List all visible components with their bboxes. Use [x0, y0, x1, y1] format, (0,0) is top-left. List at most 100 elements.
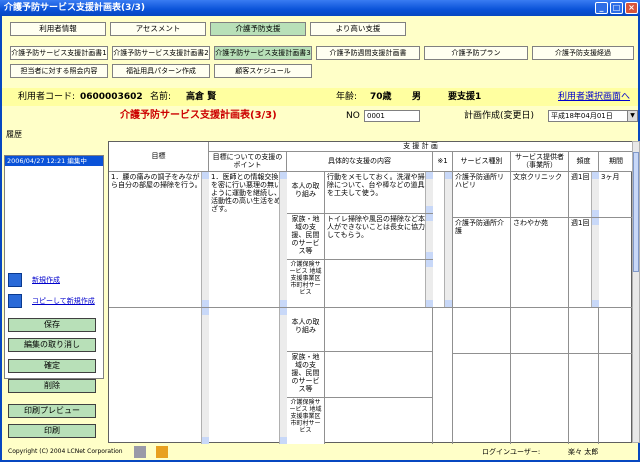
chevron-down-icon[interactable]: ▼: [627, 111, 637, 121]
tab-assessment[interactable]: アセスメント: [110, 22, 206, 36]
subtab-welfare-pattern[interactable]: 福祉用具パターン作成: [112, 64, 210, 78]
content-self-cell[interactable]: 行動をメモしておく。洗濯や掃除について、台や棒などの道具を工夫して使う。: [325, 172, 433, 214]
user-select-link[interactable]: 利用者選択画面へ: [558, 88, 630, 106]
sub-tabs: 介護予防サービス支援計画書1 介護予防サービス支援計画書2 介護予防サービス支援…: [10, 46, 634, 82]
sex-value: 男: [412, 92, 422, 102]
copyright: Copyright (C) 2004 LCNet Corporation: [8, 448, 123, 455]
pen-icon[interactable]: [134, 446, 146, 458]
confirm-button[interactable]: 確定: [8, 359, 96, 373]
plan-date-label: 計画作成(変更日): [464, 111, 535, 121]
history-item[interactable]: 2006/04/27 12:21 編集中: [5, 156, 103, 166]
frequency-cell[interactable]: [569, 354, 599, 444]
period-cell[interactable]: [599, 308, 633, 354]
new-document-icon[interactable]: [8, 273, 22, 287]
cancel-edit-button[interactable]: 編集の取り消し: [8, 338, 96, 352]
login-label: ログインユーザー:: [482, 448, 541, 456]
content-self-cell[interactable]: [325, 308, 433, 352]
subtab-plan1[interactable]: 介護予防サービス支援計画書1: [10, 46, 108, 60]
frequency-scrollbar[interactable]: [591, 218, 599, 307]
category-self: 本人の取り組み: [287, 172, 325, 214]
book-icon[interactable]: [156, 446, 168, 458]
tab-user-info[interactable]: 利用者情報: [10, 22, 106, 36]
header-service-type: サービス種別: [453, 152, 511, 172]
sub-tabs-row2: 担当者に対する照会内容 福祉用具パターン作成 顧客スケジュール: [10, 64, 634, 78]
maximize-icon[interactable]: □: [610, 2, 623, 14]
tab-higher-support[interactable]: より高い支援: [310, 22, 406, 36]
service-type-cell[interactable]: [453, 354, 511, 444]
goal-cell[interactable]: 1．腰の痛みの調子をみながら自分の部屋の掃除を行う。: [109, 172, 209, 308]
content-family-cell[interactable]: トイレ掃除や風呂の掃除など本人ができないことは長女に協力してもらう。: [325, 214, 433, 260]
service-type-cell[interactable]: 介護予防通所リハビリ: [453, 172, 511, 218]
content-insurance-cell[interactable]: [325, 260, 433, 308]
category-family: 家族・地域の支援、民間のサービス等: [287, 352, 325, 398]
provider-cell[interactable]: [511, 354, 569, 444]
scrollbar-thumb[interactable]: [633, 152, 639, 272]
minimize-icon[interactable]: _: [595, 2, 608, 14]
header-note: ※1: [433, 152, 453, 172]
content-self-scrollbar[interactable]: [425, 172, 433, 213]
content-family-text: トイレ掃除や風呂の掃除など本人ができないことは長女に協力してもらう。: [327, 215, 425, 239]
content-family-scrollbar[interactable]: [425, 214, 433, 259]
page-scrollbar[interactable]: [632, 141, 640, 443]
window-title: 介護予防サービス支援計画表(3/3): [4, 3, 146, 13]
frequency-cell[interactable]: [569, 308, 599, 354]
period-cell[interactable]: [599, 218, 633, 308]
content-family-cell[interactable]: [325, 352, 433, 398]
provider-text: さわやか苑: [513, 219, 548, 227]
category-insurance: 介護保険サービス 地域支援事業区市町村サービス: [287, 260, 325, 308]
delete-button[interactable]: 削除: [8, 379, 96, 393]
goal-scrollbar[interactable]: [201, 308, 209, 444]
subtab-plan2[interactable]: 介護予防サービス支援計画書2: [112, 46, 210, 60]
service-type-cell[interactable]: [453, 308, 511, 354]
point-scrollbar[interactable]: [279, 308, 287, 444]
service-type-cell[interactable]: 介護予防通所介護: [453, 218, 511, 308]
period-cell[interactable]: [599, 354, 633, 444]
subtab-weekly-plan[interactable]: 介護予防週間支援計画書: [316, 46, 420, 60]
provider-cell[interactable]: さわやか苑: [511, 218, 569, 308]
age-value: 70歳: [370, 92, 392, 102]
user-name-label: 名前:: [150, 92, 172, 102]
point-cell[interactable]: [209, 308, 287, 444]
print-preview-button[interactable]: 印刷プレビュー: [8, 404, 96, 418]
goal-cell[interactable]: [109, 308, 209, 444]
copy-create-link-row[interactable]: コピーして新規作成: [8, 294, 95, 308]
app-body: 利用者情報 アセスメント 介護予防支援 より高い支援 介護予防サービス支援計画書…: [0, 16, 640, 462]
close-icon[interactable]: ×: [625, 2, 638, 14]
copy-document-icon[interactable]: [8, 294, 22, 308]
note-cell[interactable]: [433, 308, 453, 444]
content-insurance-scrollbar[interactable]: [425, 260, 433, 307]
goal-text: 1．腰の痛みの調子をみながら自分の部屋の掃除を行う。: [111, 173, 202, 189]
period-cell[interactable]: 3ヶ月: [599, 172, 633, 218]
save-button[interactable]: 保存: [8, 318, 96, 332]
subtab-plan3[interactable]: 介護予防サービス支援計画書3: [214, 46, 312, 60]
form-title: 介護予防サービス支援計画表(3/3): [120, 110, 277, 121]
note-scrollbar[interactable]: [444, 172, 452, 307]
header-support-plan: 支 援 計 画: [209, 142, 633, 152]
subtab-support-history[interactable]: 介護予防支援経過: [532, 46, 634, 60]
form-title-row: 介護予防サービス支援計画表(3/3) NO 0001 計画作成(変更日) 平成1…: [2, 107, 638, 125]
content-insurance-cell[interactable]: [325, 398, 433, 444]
service-type-text: 介護予防通所介護: [455, 219, 504, 235]
subtab-inquiry[interactable]: 担当者に対する照会内容: [10, 64, 108, 78]
goal-scrollbar[interactable]: [201, 172, 209, 307]
frequency-text: 週1回: [571, 173, 590, 181]
plan-date-select[interactable]: 平成18年04月01日 ▼: [548, 110, 638, 122]
new-create-link-row[interactable]: 新規作成: [8, 273, 60, 287]
subtab-customer-schedule[interactable]: 顧客スケジュール: [214, 64, 312, 78]
sub-tabs-row1: 介護予防サービス支援計画書1 介護予防サービス支援計画書2 介護予防サービス支援…: [10, 46, 634, 60]
header-provider: サービス提供者（事業所）: [511, 152, 569, 172]
new-create-link[interactable]: 新規作成: [32, 275, 60, 285]
window-controls: _ □ ×: [595, 2, 638, 14]
copy-create-link[interactable]: コピーして新規作成: [32, 296, 95, 306]
provider-cell[interactable]: [511, 308, 569, 354]
print-button[interactable]: 印刷: [8, 424, 96, 438]
point-scrollbar[interactable]: [279, 172, 287, 307]
subtab-prevention-plan[interactable]: 介護予防プラン: [424, 46, 528, 60]
frequency-scrollbar[interactable]: [591, 172, 599, 217]
provider-cell[interactable]: 文京クリニック: [511, 172, 569, 218]
history-label: 履歴: [6, 130, 22, 139]
no-input[interactable]: 0001: [364, 110, 420, 122]
login-user: 楽々 太郎: [568, 448, 599, 456]
point-cell[interactable]: 1．医師との情報交換を密に行い悪理の無いように運動を継続し、活動性の高い生活をめ…: [209, 172, 287, 308]
tab-prevention-support[interactable]: 介護予防支援: [210, 22, 306, 36]
